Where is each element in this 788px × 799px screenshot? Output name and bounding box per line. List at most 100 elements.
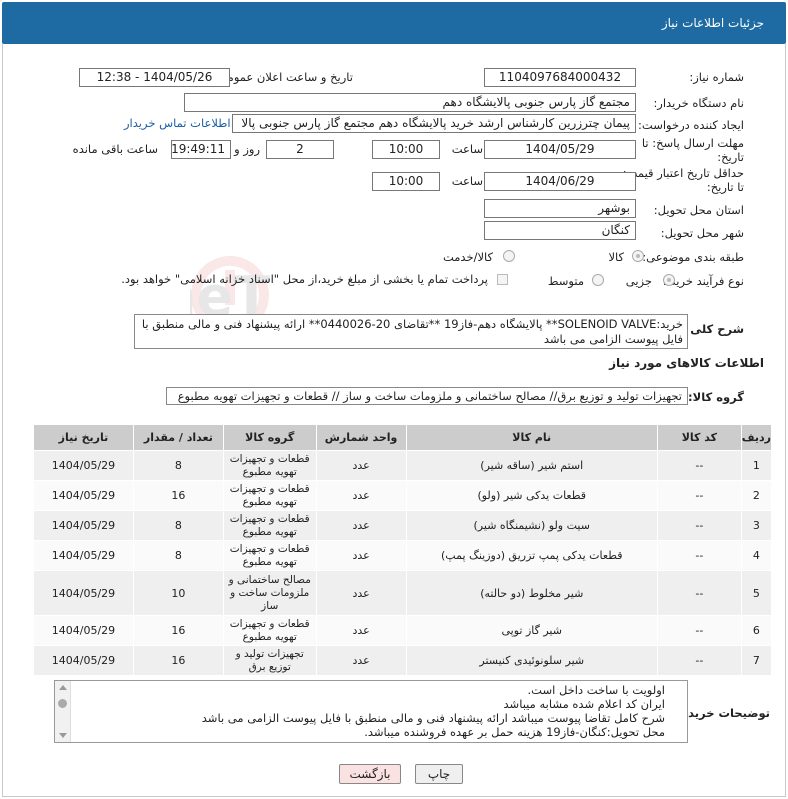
notes-line: ایران کد اعلام شده مشابه میباشد — [503, 697, 665, 711]
table-row: 5 -- شیر مخلوط (دو حالته) عدد مصالح ساختمانی… — [33, 570, 773, 616]
cell-item-group: قطعات و تجهیزات تهویه مطبوع — [222, 615, 317, 646]
cell-item-name: شیر سلونوئیدی کنیستر — [405, 645, 658, 676]
buyer-contact-link[interactable]: اطلاعات تماس خریدار — [124, 116, 231, 130]
cell-item-code: -- — [656, 570, 742, 616]
cell-item-group: تجهیزات تولید و توزیع برق — [222, 645, 317, 676]
cell-need-date: 1404/05/29 — [33, 570, 134, 616]
cell-quantity: 16 — [132, 645, 224, 676]
cell-item-group: قطعات و تجهیزات تهویه مطبوع — [222, 510, 317, 541]
price-time-label: ساعت — [451, 174, 483, 188]
notes-line: شرح کامل تقاضا پیوست میباشد ارائه پیشنها… — [201, 711, 665, 725]
col-header-name: نام کالا — [405, 424, 658, 451]
cell-item-name: استم شیر (ساقه شیر) — [405, 450, 658, 481]
cell-item-code: -- — [656, 645, 742, 676]
print-button[interactable]: چاپ — [415, 764, 463, 784]
cell-need-date: 1404/05/29 — [33, 540, 134, 571]
cell-item-group: قطعات و تجهیزات تهویه مطبوع — [222, 540, 317, 571]
remaining-time-label: ساعت باقی مانده — [72, 142, 158, 156]
scroll-up-icon[interactable] — [59, 685, 67, 690]
buyer-notes-field: اولویت با ساخت داخل است. ایران کد اعلام … — [54, 680, 688, 743]
cell-need-date: 1404/05/29 — [33, 510, 134, 541]
goods-section-title: اطلاعات کالاهای مورد نیاز — [609, 356, 764, 370]
cell-item-code: -- — [656, 450, 742, 481]
cell-row-number: 3 — [740, 510, 773, 541]
notes-line: اولویت با ساخت داخل است. — [527, 683, 665, 697]
announce-label: تاریخ و ساعت اعلان عمومی: — [214, 70, 353, 84]
cell-quantity: 16 — [132, 480, 224, 511]
cell-item-code: -- — [656, 540, 742, 571]
process-partial-radio[interactable] — [663, 274, 675, 286]
cell-item-name: سیت ولو (نشیمنگاه شیر) — [405, 510, 658, 541]
description-field: خرید:SOLENOID VALVE** پالایشگاه دهم-فاز1… — [134, 314, 688, 349]
table-row: 6 -- شیر گاز توپی عدد قطعات و تجهیزات تهویه … — [33, 615, 773, 646]
cell-item-code: -- — [656, 510, 742, 541]
city-label: شهر محل تحویل: — [660, 226, 744, 240]
province-field: بوشهر — [484, 199, 636, 218]
cell-item-name: شیر مخلوط (دو حالته) — [405, 570, 658, 616]
back-button[interactable]: بازگشت — [339, 764, 401, 784]
cell-item-group: قطعات و تجهیزات تهویه مطبوع — [222, 480, 317, 511]
category-label: طبقه بندی موضوعی: — [642, 250, 744, 264]
cell-item-name: قطعات یدکی پمپ تزریق (دوزینگ پمپ) — [405, 540, 658, 571]
cell-need-date: 1404/05/29 — [33, 615, 134, 646]
col-header-qty: تعداد / مقدار — [132, 424, 224, 451]
days-field: 2 — [266, 140, 334, 159]
process-medium-radio[interactable] — [592, 274, 604, 286]
buyer-org-field: مجتمع گاز پارس جنوبی پالایشگاه دهم — [184, 93, 636, 112]
process-medium-label: متوسط — [547, 274, 584, 288]
cell-need-date: 1404/05/29 — [33, 480, 134, 511]
reply-time-label: ساعت — [451, 142, 483, 156]
city-field: کنگان — [484, 221, 636, 240]
cell-row-number: 7 — [740, 645, 773, 676]
cell-quantity: 10 — [132, 570, 224, 616]
table-row: 2 -- قطعات یدکی شیر (ولو) عدد قطعات و تجهیزا… — [33, 480, 773, 511]
buyer-org-label: نام دستگاه خریدار: — [653, 96, 744, 110]
scroll-thumb[interactable] — [58, 699, 67, 708]
col-header-date: تاریخ نیاز — [33, 424, 134, 451]
table-row: 3 -- سیت ولو (نشیمنگاه شیر) عدد قطعات و تجهی… — [33, 510, 773, 541]
cell-row-number: 2 — [740, 480, 773, 511]
cell-unit: عدد — [315, 480, 407, 511]
cell-item-group: قطعات و تجهیزات تهویه مطبوع — [222, 450, 317, 481]
cell-unit: عدد — [315, 450, 407, 481]
cell-row-number: 5 — [740, 570, 773, 616]
category-goods-radio[interactable] — [632, 250, 644, 262]
cell-unit: عدد — [315, 570, 407, 616]
need-number-field: 1104097684000432 — [484, 68, 636, 87]
requester-field: پیمان چترزرین کارشناس ارشد خرید پالایشگا… — [232, 114, 636, 133]
reply-date-field: 1404/05/29 — [484, 140, 636, 159]
cell-quantity: 8 — [132, 510, 224, 541]
cell-row-number: 6 — [740, 615, 773, 646]
treasury-payment-checkbox[interactable] — [497, 274, 508, 285]
cell-item-name: شیر گاز توپی — [405, 615, 658, 646]
cell-row-number: 1 — [740, 450, 773, 481]
table-row: 1 -- استم شیر (ساقه شیر) عدد قطعات و تجهیزات… — [33, 450, 773, 481]
page-title: جزئیات اطلاعات نیاز — [661, 16, 764, 30]
days-label: روز و — [234, 142, 260, 156]
category-goods-service-radio[interactable] — [503, 250, 515, 262]
goods-table: ردیف کد کالا نام کالا واحد شمارش گروه کا… — [33, 424, 773, 676]
cell-quantity: 16 — [132, 615, 224, 646]
cell-item-group: مصالح ساختمانی و ملزومات ساخت و ساز — [222, 570, 317, 616]
cell-unit: عدد — [315, 510, 407, 541]
cell-row-number: 4 — [740, 540, 773, 571]
goods-group-label: گروه کالا: — [688, 390, 744, 404]
category-goods-service-label: کالا/خدمت — [442, 250, 493, 264]
col-header-code: کد کالا — [656, 424, 742, 451]
category-goods-label: کالا — [608, 250, 624, 264]
col-header-row-number: ردیف — [740, 424, 773, 451]
col-header-group: گروه کالا — [222, 424, 317, 451]
province-label: استان محل تحویل: — [653, 203, 744, 217]
cell-quantity: 8 — [132, 540, 224, 571]
announce-field: 1404/05/26 - 12:38 — [79, 68, 230, 87]
notes-scrollbar[interactable] — [55, 681, 71, 742]
page-header: جزئیات اطلاعات نیاز — [2, 2, 786, 44]
col-header-unit: واحد شمارش — [315, 424, 407, 451]
cell-unit: عدد — [315, 540, 407, 571]
notes-line: محل تحویل:کنگان-فاز19 هزینه حمل بر عهده … — [364, 725, 665, 739]
table-row: 4 -- قطعات یدکی پمپ تزریق (دوزینگ پمپ) عدد ق… — [33, 540, 773, 571]
scroll-down-icon[interactable] — [59, 733, 67, 738]
treasury-payment-note: پرداخت تمام یا بخشی از مبلغ خرید،از محل … — [121, 272, 488, 286]
need-number-label: شماره نیاز: — [689, 70, 744, 84]
process-partial-label: جزیی — [625, 274, 652, 288]
